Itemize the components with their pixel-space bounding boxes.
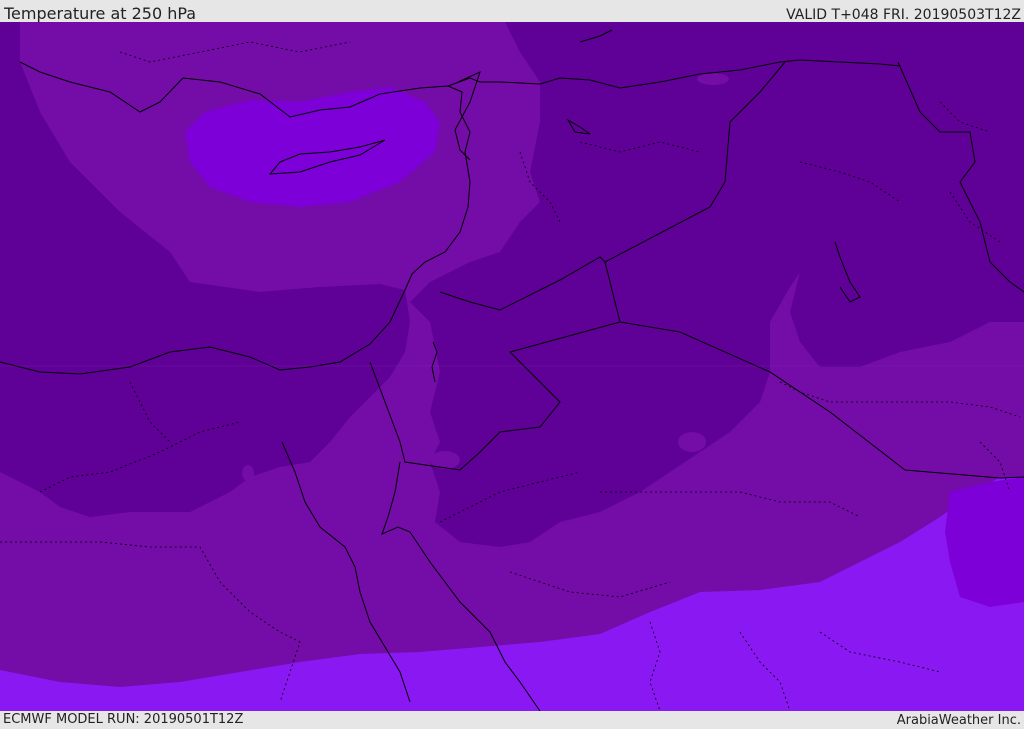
- map-canvas: [0, 22, 1024, 711]
- footer-bar: ECMWF MODEL RUN: 20190501T12Z ArabiaWeat…: [0, 711, 1024, 729]
- temperature-cell-mid-2: [678, 432, 706, 452]
- credit-label: ArabiaWeather Inc.: [896, 713, 1021, 728]
- map-title: Temperature at 250 hPa: [4, 4, 197, 23]
- header-bar: Temperature at 250 hPa VALID T+048 FRI. …: [0, 0, 1024, 23]
- temperature-cell-cold-2: [730, 694, 790, 710]
- temperature-cell-mid-4: [242, 465, 254, 481]
- temperature-cell-mid-1: [697, 73, 729, 85]
- temperature-map[interactable]: [0, 22, 1024, 711]
- temperature-cell-cold-3: [840, 688, 880, 708]
- model-run-label: ECMWF MODEL RUN: 20190501T12Z: [3, 712, 244, 727]
